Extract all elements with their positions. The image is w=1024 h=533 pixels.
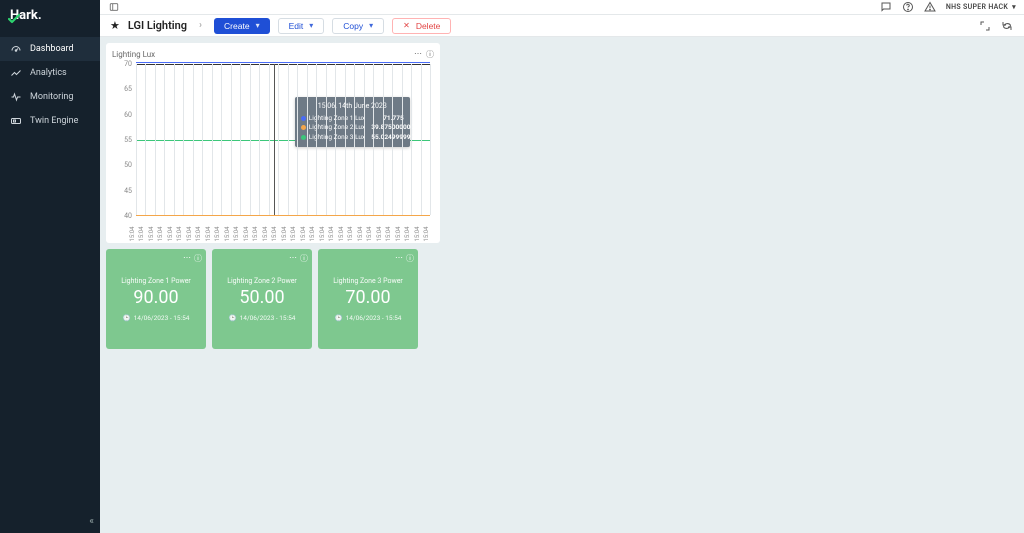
clock-icon: 🕒	[335, 314, 343, 322]
chart-panel: Lighting Lux ⋯ ⓘ 40455055606570	[106, 43, 440, 243]
dashboard-icon	[10, 43, 22, 55]
twin-engine-icon	[10, 115, 22, 127]
card-value: 50.00	[239, 287, 284, 308]
close-icon: ✕	[403, 21, 410, 30]
sidebar-collapse-icon[interactable]: «	[89, 516, 94, 527]
card-timestamp: 14/06/2023 - 15:54	[134, 314, 190, 322]
more-icon[interactable]: ⋯	[289, 253, 297, 264]
info-icon[interactable]: ⓘ	[426, 49, 434, 60]
chevron-down-icon: ▾	[256, 21, 260, 30]
sidebar-item-dashboard[interactable]: Dashboard	[0, 37, 100, 61]
metric-card-zone1[interactable]: ⋯ⓘ Lighting Zone 1 Power 90.00 🕒14/06/20…	[106, 249, 206, 349]
card-value: 70.00	[345, 287, 390, 308]
chart-plot: 15:06, 14th June 2023 Lighting Zone 1 Lu…	[136, 64, 430, 216]
favorite-star-icon[interactable]: ★	[110, 19, 120, 32]
panel-title: Lighting Lux	[112, 50, 155, 59]
user-label: NHS SUPER HACK	[946, 3, 1008, 11]
chevron-down-icon: ▾	[309, 21, 313, 30]
sidebar-item-monitoring[interactable]: Monitoring	[0, 85, 100, 109]
create-button[interactable]: Create ▾	[214, 18, 270, 34]
info-icon[interactable]: ⓘ	[194, 253, 202, 264]
metric-card-zone3[interactable]: ⋯ⓘ Lighting Zone 3 Power 70.00 🕒14/06/20…	[318, 249, 418, 349]
content-area: Lighting Lux ⋯ ⓘ 40455055606570	[100, 37, 1024, 533]
chevron-right-icon: ›	[195, 20, 206, 31]
sidebar-item-label: Dashboard	[30, 44, 74, 54]
action-bar: ★ LGI Lighting › Create ▾ Edit ▾ Copy ▾ …	[100, 15, 1024, 37]
user-menu[interactable]: NHS SUPER HACK ▾	[946, 3, 1016, 11]
series-line-zone1	[136, 62, 430, 63]
menu-toggle-icon[interactable]	[108, 1, 120, 13]
copy-button[interactable]: Copy ▾	[332, 18, 384, 34]
chat-icon[interactable]	[880, 1, 892, 13]
chart-y-axis: 40455055606570	[112, 64, 134, 216]
button-label: Edit	[289, 21, 304, 31]
card-title: Lighting Zone 2 Power	[227, 277, 297, 285]
card-title: Lighting Zone 1 Power	[121, 277, 191, 285]
main-area: NHS SUPER HACK ▾ ★ LGI Lighting › Create…	[100, 0, 1024, 533]
more-icon[interactable]: ⋯	[414, 49, 422, 60]
sidebar-item-twin-engine[interactable]: Twin Engine	[0, 109, 100, 133]
chart-x-axis: 15:0415:0415:0415:0415:0415:0415:0415:04…	[136, 216, 430, 234]
chart-area[interactable]: 40455055606570 15:06, 14th June 2023 Lig…	[112, 64, 434, 234]
alert-icon[interactable]	[924, 1, 936, 13]
analytics-icon	[10, 67, 22, 79]
sidebar: Hark. Dashboard Analytics Monitoring Twi…	[0, 0, 100, 533]
sidebar-item-label: Monitoring	[30, 92, 73, 102]
card-title: Lighting Zone 3 Power	[333, 277, 403, 285]
sidebar-item-analytics[interactable]: Analytics	[0, 61, 100, 85]
refresh-icon[interactable]	[1000, 19, 1014, 33]
more-icon[interactable]: ⋯	[183, 253, 191, 264]
delete-button[interactable]: ✕ Delete	[392, 18, 451, 34]
help-icon[interactable]	[902, 1, 914, 13]
topbar: NHS SUPER HACK ▾	[100, 0, 1024, 15]
chevron-down-icon: ▾	[1012, 3, 1016, 11]
more-icon[interactable]: ⋯	[395, 253, 403, 264]
button-label: Create	[224, 21, 250, 31]
nav-list: Dashboard Analytics Monitoring Twin Engi…	[0, 37, 100, 133]
chart-hover-line	[274, 64, 275, 215]
clock-icon: 🕒	[123, 314, 131, 322]
chevron-down-icon: ▾	[369, 21, 373, 30]
button-label: Copy	[343, 21, 363, 31]
info-icon[interactable]: ⓘ	[406, 253, 414, 264]
clock-icon: 🕒	[229, 314, 237, 322]
metric-card-zone2[interactable]: ⋯ⓘ Lighting Zone 2 Power 50.00 🕒14/06/20…	[212, 249, 312, 349]
card-timestamp: 14/06/2023 - 15:54	[240, 314, 296, 322]
page-title: LGI Lighting	[128, 19, 187, 32]
expand-icon[interactable]	[978, 19, 992, 33]
card-value: 90.00	[133, 287, 178, 308]
edit-button[interactable]: Edit ▾	[278, 18, 325, 34]
card-timestamp: 14/06/2023 - 15:54	[346, 314, 402, 322]
info-icon[interactable]: ⓘ	[300, 253, 308, 264]
monitoring-icon	[10, 91, 22, 103]
button-label: Delete	[416, 21, 441, 31]
sidebar-item-label: Twin Engine	[30, 116, 78, 126]
sidebar-item-label: Analytics	[30, 68, 67, 78]
brand-logo[interactable]: Hark.	[0, 0, 100, 31]
brand-accent-icon	[8, 12, 12, 16]
